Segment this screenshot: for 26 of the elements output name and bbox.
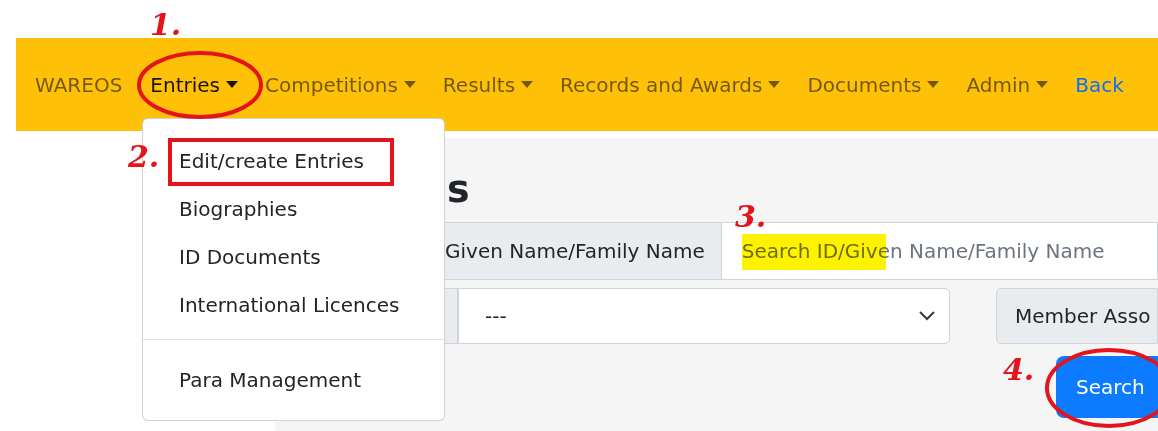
step-number: 1. (150, 10, 182, 40)
caret-icon (768, 81, 781, 88)
caret-icon (521, 81, 534, 88)
select-field[interactable]: --- (458, 288, 950, 344)
chevron-icon (919, 311, 935, 321)
caret-icon (226, 81, 238, 88)
page-heading: s (447, 170, 471, 208)
nav-link[interactable]: Admin (966, 69, 1049, 100)
search-button[interactable]: Search (1056, 356, 1158, 418)
caret-icon (927, 81, 940, 88)
input-label: Given Name/Family Name (444, 222, 722, 280)
menu-item[interactable]: ID Documents (143, 233, 444, 281)
menu-item[interactable]: Biographies (143, 185, 444, 233)
nav-link[interactable]: Results (442, 69, 534, 100)
caret-icon (403, 81, 416, 88)
menu-item[interactable]: International Licences (143, 281, 444, 329)
nav-link[interactable]: Back (1075, 69, 1124, 100)
brand-name[interactable]: WAREOS (35, 69, 123, 100)
nav-link[interactable]: Competitions (265, 69, 416, 100)
menu-item[interactable]: Para Management (143, 356, 444, 404)
step-number: 4. (1003, 355, 1035, 385)
nav-link[interactable]: Documents (807, 69, 940, 100)
input-label: Member Asso (996, 288, 1158, 344)
nav-link[interactable]: Records and Awards (560, 69, 781, 100)
step-number: 2. (128, 142, 160, 172)
caret-icon (1036, 81, 1049, 88)
